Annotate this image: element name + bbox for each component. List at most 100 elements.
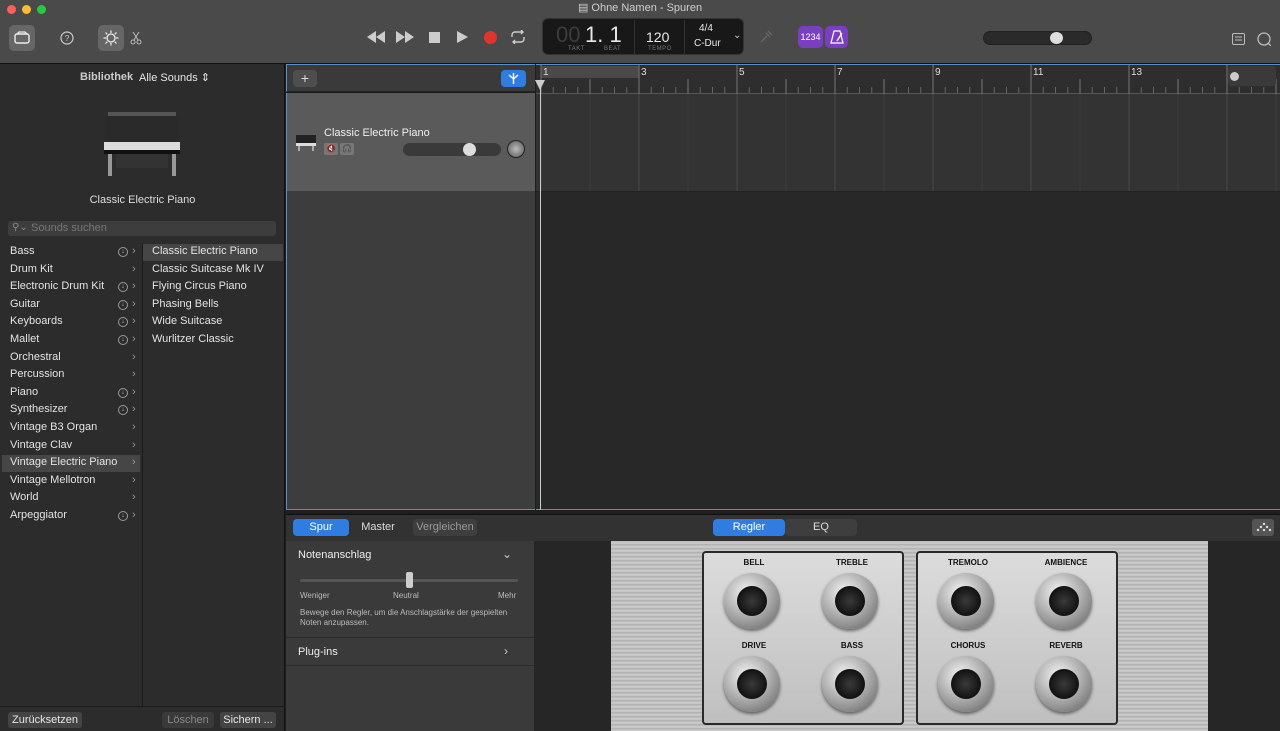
cycle-region[interactable] — [541, 66, 639, 78]
category-item[interactable]: Vintage Mellotron › — [2, 473, 140, 490]
category-item[interactable]: Keyboards ↓ › — [2, 314, 140, 331]
master-volume-slider[interactable] — [983, 31, 1092, 45]
tab-master[interactable]: Master — [351, 519, 405, 536]
chorus-knob[interactable] — [938, 656, 994, 712]
tab-eq[interactable]: EQ — [785, 519, 857, 536]
reverb-knob[interactable] — [1036, 656, 1092, 712]
stop-button[interactable] — [423, 24, 445, 50]
library-search-input[interactable]: ⚲⌄ Sounds suchen — [8, 221, 276, 236]
category-item[interactable]: Vintage Clav › — [2, 438, 140, 455]
lcd-beat-label: BEAT — [604, 46, 622, 52]
chevron-right-icon: › — [132, 262, 136, 275]
velocity-slider-thumb[interactable] — [405, 572, 413, 588]
patch-item[interactable]: Wide Suitcase — [152, 315, 222, 327]
chevron-down-icon[interactable]: ⌄ — [733, 30, 741, 41]
play-button[interactable] — [451, 24, 473, 50]
count-in-button[interactable]: 1234 — [798, 26, 823, 48]
chevron-down-icon[interactable]: ⌄ — [502, 547, 512, 561]
download-icon[interactable]: ↓ — [118, 335, 128, 345]
playhead[interactable] — [540, 80, 541, 510]
download-icon[interactable]: ↓ — [118, 387, 128, 398]
tone-panel: BELL TREBLE DRIVE BASS — [702, 551, 904, 725]
metronome-button[interactable] — [825, 26, 848, 48]
master-volume-knob[interactable] — [1050, 32, 1063, 44]
cycle-button[interactable] — [507, 24, 529, 50]
track-list-empty-area[interactable] — [286, 191, 535, 510]
category-item[interactable]: Drum Kit › — [2, 262, 140, 279]
rewind-button[interactable] — [365, 24, 387, 50]
download-icon[interactable]: ↓ — [118, 247, 128, 257]
editors-button[interactable] — [127, 25, 145, 51]
library-filter[interactable]: Alle Sounds ⇕ — [139, 71, 210, 84]
patch-item[interactable]: Classic Suitcase Mk IV — [152, 263, 264, 275]
tab-track[interactable]: Spur — [293, 519, 349, 536]
category-item[interactable]: Arpeggiator ↓ › — [2, 508, 140, 525]
category-item[interactable]: Vintage B3 Organ › — [2, 420, 140, 437]
delete-button[interactable]: Löschen — [162, 712, 214, 728]
category-item[interactable]: World › — [2, 490, 140, 507]
track-volume-knob[interactable] — [462, 143, 476, 156]
tuner-button[interactable] — [754, 24, 778, 50]
plugins-label[interactable]: Plug-ins — [298, 646, 338, 658]
track-volume-slider[interactable] — [403, 143, 501, 156]
pan-knob[interactable] — [507, 140, 525, 158]
smart-controls-button[interactable] — [98, 25, 124, 51]
fast-forward-button[interactable] — [394, 24, 416, 50]
category-item[interactable]: Vintage Electric Piano › — [2, 455, 140, 473]
download-icon[interactable]: ↓ — [118, 405, 128, 416]
zoom-slider[interactable] — [1228, 66, 1276, 86]
track-name[interactable]: Classic Electric Piano — [324, 127, 430, 139]
timeline-ruler[interactable]: 1 3 5 7 9 11 13 — [536, 64, 1280, 95]
ambience-knob[interactable] — [1036, 573, 1092, 629]
tab-compare[interactable]: Vergleichen — [413, 519, 477, 536]
reset-button[interactable]: Zurücksetzen — [8, 712, 83, 728]
mute-button[interactable]: 🔇 — [324, 143, 338, 155]
lcd-display[interactable]: 00 1. 1 TAKT BEAT 120 TEMPO 4/4 C-Dur ⌄ — [542, 18, 744, 55]
library-toggle-button[interactable] — [9, 25, 35, 51]
catch-playhead-button[interactable] — [501, 70, 526, 87]
track-lane[interactable] — [536, 94, 1280, 191]
solo-button[interactable]: 🎧 — [340, 143, 354, 155]
record-button[interactable] — [479, 24, 501, 50]
bell-knob[interactable] — [724, 573, 780, 629]
list-editors-button[interactable] — [1229, 26, 1247, 52]
search-icon: ⚲⌄ — [12, 222, 28, 233]
save-button[interactable]: Sichern ... — [220, 712, 276, 728]
download-icon[interactable]: ↓ — [118, 511, 128, 521]
track-header[interactable]: Classic Electric Piano 🔇 🎧 — [286, 93, 535, 191]
chevron-right-icon[interactable]: › — [504, 644, 508, 658]
download-icon[interactable]: ↓ — [118, 317, 128, 328]
tremolo-knob[interactable] — [938, 573, 994, 629]
loop-icon — [1257, 32, 1271, 46]
patch-item[interactable]: Wurlitzer Classic — [152, 333, 234, 345]
arrange-empty-area[interactable] — [536, 191, 1280, 510]
category-item[interactable]: Orchestral › — [2, 350, 140, 367]
patch-item[interactable]: Classic Electric Piano — [152, 245, 258, 257]
chevron-right-icon: › — [132, 509, 136, 521]
add-track-button[interactable]: + — [293, 70, 317, 87]
metronome-icon — [829, 30, 844, 44]
patch-item[interactable]: Flying Circus Piano — [152, 280, 247, 292]
category-item[interactable]: Electronic Drum Kit ↓ › — [2, 279, 140, 296]
track-inspector: Notenanschlag ⌄ Weniger Neutral Mehr Bew… — [286, 541, 534, 731]
zoom-knob[interactable] — [1230, 72, 1239, 81]
bass-knob[interactable] — [822, 656, 878, 712]
category-item[interactable]: Percussion › — [2, 367, 140, 384]
category-item[interactable]: Bass ↓ › — [2, 244, 140, 261]
category-item[interactable]: Piano ↓ › — [2, 385, 140, 402]
track-header-bar: + — [286, 64, 535, 92]
category-item[interactable]: Guitar ↓ › — [2, 297, 140, 314]
category-item[interactable]: Synthesizer ↓ › — [2, 402, 140, 419]
patch-item[interactable]: Phasing Bells — [152, 298, 219, 310]
help-button[interactable]: ? — [55, 25, 79, 51]
loop-browser-button[interactable] — [1254, 26, 1274, 52]
download-icon[interactable]: ↓ — [118, 282, 128, 293]
velocity-section-title[interactable]: Notenanschlag — [298, 549, 371, 561]
keyboard-toggle-button[interactable] — [1252, 519, 1274, 536]
drive-knob[interactable] — [724, 656, 780, 712]
tab-controls[interactable]: Regler — [713, 519, 785, 536]
category-item[interactable]: Mallet ↓ › — [2, 332, 140, 349]
velocity-slider[interactable] — [300, 572, 518, 588]
treble-knob[interactable] — [822, 573, 878, 629]
download-icon[interactable]: ↓ — [118, 299, 128, 310]
